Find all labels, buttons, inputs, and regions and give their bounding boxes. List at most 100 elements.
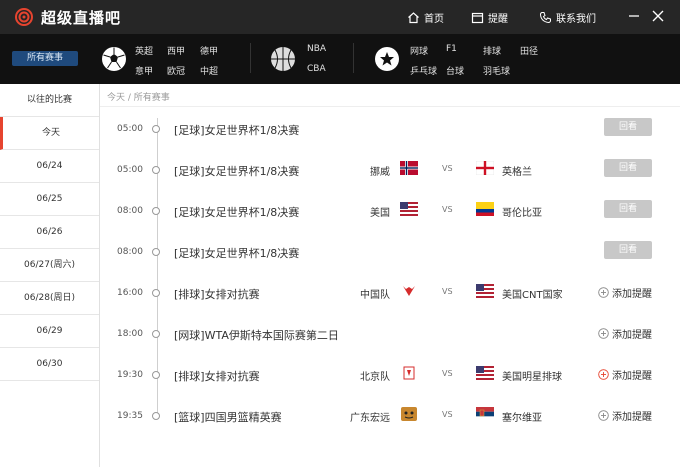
plus-circle-icon	[598, 410, 609, 421]
category-cba[interactable]: CBA	[307, 64, 326, 74]
match-title[interactable]: [排球]女排对抗赛	[174, 368, 260, 384]
timeline-dot	[152, 125, 160, 133]
team2-name: 哥伦比亚	[502, 208, 542, 219]
title-bar: 超级直播吧 首页 提醒 联系我们	[0, 0, 680, 34]
team1-flag-icon	[400, 161, 418, 175]
team2-name: 英格兰	[502, 167, 532, 178]
sidebar-item-0627[interactable]: 06/27(周六)	[0, 249, 99, 282]
match-title[interactable]: [足球]女足世界杯1/8决赛	[174, 245, 299, 261]
category-bundesliga[interactable]: 德甲	[200, 44, 218, 57]
breadcrumb-today[interactable]: 今天	[107, 93, 125, 103]
category-volleyball[interactable]: 排球	[483, 44, 501, 57]
sidebar-item-0626[interactable]: 06/26	[0, 216, 99, 249]
add-reminder-label: 添加提醒	[612, 371, 652, 382]
add-reminder-button[interactable]: 添加提醒	[598, 367, 652, 382]
match-time: 19:30	[117, 370, 143, 380]
add-reminder-label: 添加提醒	[612, 330, 652, 341]
team2-flag-icon	[476, 202, 494, 216]
timeline-dot	[152, 330, 160, 338]
timeline-dot	[152, 166, 160, 174]
team2-name: 塞尔维亚	[502, 413, 542, 424]
sidebar-item-0630[interactable]: 06/30	[0, 348, 99, 381]
category-laliga[interactable]: 西甲	[167, 44, 185, 57]
plus-circle-icon	[598, 287, 609, 298]
content-divider	[100, 106, 680, 107]
add-reminder-label: 添加提醒	[612, 289, 652, 300]
contact-label: 联系我们	[556, 14, 596, 25]
team1-name: 广东宏远	[350, 413, 390, 424]
category-billiards[interactable]: 台球	[446, 64, 464, 77]
vs-label: VS	[442, 369, 453, 378]
team1-name: 挪威	[370, 167, 390, 178]
category-pingpong[interactable]: 乒乓球	[410, 64, 437, 77]
sidebar-item-today[interactable]: 今天	[0, 117, 99, 150]
plus-circle-icon	[598, 369, 609, 380]
minimize-icon[interactable]	[626, 8, 642, 24]
replay-button[interactable]: 回看	[604, 241, 652, 259]
add-reminder-button[interactable]: 添加提醒	[598, 285, 652, 300]
timeline-dot	[152, 289, 160, 297]
vs-label: VS	[442, 205, 453, 214]
timeline-dot	[152, 248, 160, 256]
category-athletics[interactable]: 田径	[520, 44, 538, 57]
plus-circle-icon	[598, 328, 609, 339]
replay-button[interactable]: 回看	[604, 159, 652, 177]
category-epl[interactable]: 英超	[135, 44, 153, 57]
category-ucl[interactable]: 欧冠	[167, 64, 185, 77]
match-row: 18:00 [网球]WTA伊斯特本国际赛第二日 添加提醒	[100, 318, 680, 350]
category-tennis[interactable]: 网球	[410, 44, 428, 57]
replay-button[interactable]: 回看	[604, 118, 652, 136]
team1-name: 中国队	[360, 290, 390, 301]
match-title[interactable]: [网球]WTA伊斯特本国际赛第二日	[174, 327, 339, 343]
app-logo-icon	[15, 8, 33, 26]
sidebar-item-0628[interactable]: 06/28(周日)	[0, 282, 99, 315]
football-icon	[102, 47, 126, 71]
category-divider	[353, 43, 354, 73]
sidebar-item-past[interactable]: 以往的比赛	[0, 84, 99, 117]
match-title[interactable]: [篮球]四国男篮精英赛	[174, 409, 282, 425]
category-csl[interactable]: 中超	[200, 64, 218, 77]
category-f1[interactable]: F1	[446, 44, 457, 54]
match-title[interactable]: [排球]女排对抗赛	[174, 286, 260, 302]
add-reminder-button[interactable]: 添加提醒	[598, 408, 652, 423]
team2-flag-icon	[475, 160, 495, 176]
star-icon	[375, 47, 399, 71]
match-title[interactable]: [足球]女足世界杯1/8决赛	[174, 122, 299, 138]
timeline-dot	[152, 412, 160, 420]
sidebar-item-0629[interactable]: 06/29	[0, 315, 99, 348]
team2-name: 美国CNT国家	[502, 290, 563, 301]
sidebar-item-0624[interactable]: 06/24	[0, 150, 99, 183]
contact-link[interactable]: 联系我们	[539, 10, 596, 25]
all-events-button[interactable]: 所有赛事	[12, 51, 78, 66]
match-row: 08:00 [足球]女足世界杯1/8决赛 回看	[100, 236, 680, 268]
replay-button[interactable]: 回看	[604, 200, 652, 218]
category-seriea[interactable]: 意甲	[135, 64, 153, 77]
match-time: 16:00	[117, 288, 143, 298]
match-title[interactable]: [足球]女足世界杯1/8决赛	[174, 163, 299, 179]
match-row: 19:30 [排球]女排对抗赛 北京队 VS 美国明星排球 添加提醒	[100, 359, 680, 391]
team1-flag-icon	[400, 407, 418, 421]
basketball-icon	[271, 47, 295, 71]
sidebar-item-0625[interactable]: 06/25	[0, 183, 99, 216]
breadcrumb-all-events[interactable]: 所有赛事	[134, 93, 170, 103]
team1-name: 北京队	[360, 372, 390, 383]
category-badminton[interactable]: 羽毛球	[483, 64, 510, 77]
add-reminder-button[interactable]: 添加提醒	[598, 326, 652, 341]
home-icon	[408, 12, 419, 24]
team1-name: 美国	[370, 208, 390, 219]
match-row: 05:00 [足球]女足世界杯1/8决赛 挪威 VS 英格兰 回看	[100, 154, 680, 186]
timeline-dot	[152, 371, 160, 379]
match-title[interactable]: [足球]女足世界杯1/8决赛	[174, 204, 299, 220]
reminder-link[interactable]: 提醒	[471, 10, 508, 25]
vs-label: VS	[442, 164, 453, 173]
team2-flag-icon	[476, 284, 494, 298]
category-divider	[250, 43, 251, 73]
match-time: 08:00	[117, 206, 143, 216]
category-nba[interactable]: NBA	[307, 44, 326, 54]
add-reminder-label: 添加提醒	[612, 412, 652, 423]
close-icon[interactable]	[650, 8, 666, 24]
team2-flag-icon	[476, 366, 494, 380]
date-sidebar: 以往的比赛 今天 06/24 06/25 06/26 06/27(周六) 06/…	[0, 84, 100, 467]
match-time: 05:00	[117, 124, 143, 134]
home-link[interactable]: 首页	[407, 10, 444, 25]
